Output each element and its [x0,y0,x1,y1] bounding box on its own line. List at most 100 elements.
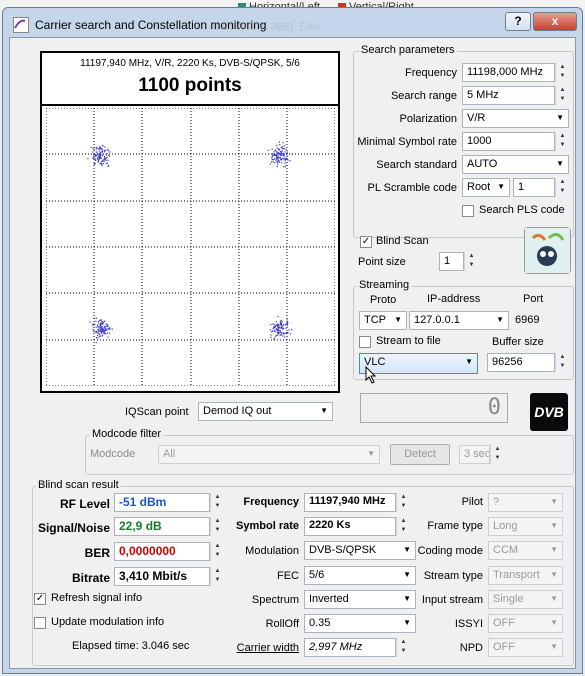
port-input[interactable]: 6969 [510,311,569,330]
detect-button[interactable]: Detect [390,444,450,465]
constellation-point [270,336,272,338]
spin-down-icon[interactable]: ▼ [556,72,569,81]
pl-scramble-mode-select[interactable]: Root ▼ [462,178,510,197]
polarization-select[interactable]: V/R ▼ [462,109,569,128]
pilot-select[interactable]: ? ▼ [488,493,563,512]
carrier-width-label[interactable]: Carrier width [210,642,299,654]
constellation-point [279,150,282,153]
constellation-point [107,154,109,156]
constellation-point [286,151,288,153]
constellation-point [101,323,103,325]
coding-mode-select[interactable]: CCM ▼ [488,541,563,560]
spin-down-icon[interactable]: ▼ [556,362,569,371]
constellation-point [274,337,276,339]
point-size-spinner[interactable]: ▲ ▼ [464,252,478,271]
buffer-size-input[interactable]: 96256 [487,353,555,372]
npd-select[interactable]: OFF ▼ [488,638,563,657]
constellation-point [99,157,101,159]
spin-up-icon[interactable]: ▲ [556,86,569,95]
spin-up-icon[interactable]: ▲ [556,353,569,362]
constellation-point [278,159,280,161]
buffer-size-spinner[interactable]: ▲ ▼ [555,353,569,372]
spin-down-icon[interactable]: ▼ [397,647,410,656]
help-button[interactable]: ? [505,12,531,31]
blind-scan-checkbox[interactable]: ✓ [360,236,372,248]
modulation-select[interactable]: DVB-S/QPSK ▼ [304,541,416,560]
stream-type-value: Transport [493,569,540,581]
bitrate-value: 3,410 Mbit/s [114,567,210,586]
spin-down-icon[interactable]: ▼ [491,454,504,463]
spin-up-icon[interactable]: ▲ [556,132,569,141]
spin-up-icon[interactable]: ▲ [556,178,569,187]
point-size-input[interactable]: 1 [439,252,464,271]
constellation-point [276,334,278,337]
carrier-width-spinner[interactable]: ▲ ▼ [396,638,410,657]
coding-mode-label: Coding mode [417,545,483,557]
spin-down-icon[interactable]: ▼ [397,502,410,511]
update-modulation-checkbox[interactable] [34,617,46,629]
spin-up-icon[interactable]: ▲ [397,638,410,647]
constellation-point [106,153,108,155]
constellation-point [92,157,94,159]
interval-spinner[interactable]: ▲ ▼ [490,445,504,464]
constellation-point [94,158,97,160]
spin-down-icon[interactable]: ▼ [556,141,569,150]
constellation-point [267,149,269,152]
constellation-point [278,332,280,334]
constellation-point [101,159,104,162]
constellation-point [104,150,106,152]
spin-down-icon[interactable]: ▼ [465,261,478,270]
input-stream-select[interactable]: Single ▼ [488,590,563,609]
stream-to-file-label: Stream to file [376,335,441,347]
search-range-input[interactable]: 5 MHz [462,86,555,105]
constellation-point [269,329,271,331]
search-standard-select[interactable]: AUTO ▼ [462,155,569,174]
refresh-signal-checkbox[interactable]: ✓ [34,593,46,605]
proto-select[interactable]: TCP ▼ [359,311,407,330]
iqscan-select[interactable]: Demod IQ out ▼ [198,402,333,421]
constellation-point [272,323,274,325]
spectrum-select[interactable]: Inverted ▼ [304,590,416,609]
search-pls-checkbox[interactable] [462,205,474,217]
frequency-input[interactable]: 11198,000 MHz [462,63,555,82]
interval-input[interactable]: 3 sec [459,445,490,464]
pl-scramble-spinner[interactable]: ▲ ▼ [555,178,569,197]
spin-down-icon[interactable]: ▼ [556,95,569,104]
constellation-point [281,323,283,325]
pl-scramble-input[interactable]: 1 [513,178,555,197]
frame-type-select[interactable]: Long ▼ [488,517,563,536]
fec-select[interactable]: 5/6 ▼ [304,566,416,585]
frequency-spinner[interactable]: ▲ ▼ [555,63,569,82]
constellation-point [105,162,107,165]
min-symbol-rate-spinner[interactable]: ▲ ▼ [555,132,569,151]
spin-up-icon[interactable]: ▲ [491,445,504,454]
spin-up-icon[interactable]: ▲ [465,252,478,261]
spin-down-icon[interactable]: ▼ [397,526,410,535]
constellation-point [276,324,278,326]
constellation-point [279,143,281,146]
stream-to-file-checkbox[interactable] [359,336,371,348]
spin-up-icon[interactable]: ▲ [397,517,410,526]
background-text-fragment: earth [50N, 36E], Elev [213,21,321,33]
modcode-select[interactable]: All ▼ [158,445,380,464]
result-frequency-spinner[interactable]: ▲ ▼ [396,493,410,512]
constellation-point [102,330,104,332]
constellation-point [92,147,94,149]
ip-address-select[interactable]: 127.0.0.1 ▼ [409,311,509,330]
search-range-spinner[interactable]: ▲ ▼ [555,86,569,105]
pl-scramble-label: PL Scramble code [367,182,457,194]
min-symbol-rate-input[interactable]: 1000 [462,132,555,151]
title-bar[interactable]: Carrier search and Constellation monitor… [3,8,582,36]
stream-type-select[interactable]: Transport ▼ [488,566,563,585]
issyi-select[interactable]: OFF ▼ [488,614,563,633]
symbol-rate-spinner[interactable]: ▲ ▼ [396,517,410,536]
spin-up-icon[interactable]: ▲ [397,493,410,502]
rolloff-select[interactable]: 0.35 ▼ [304,614,416,633]
spin-up-icon[interactable]: ▲ [556,63,569,72]
constellation-point [276,147,278,149]
dvb-logo-icon: DVB [530,393,568,431]
constellation-point [276,332,278,334]
spin-down-icon[interactable]: ▼ [556,187,569,196]
close-button[interactable]: x [533,12,577,31]
symbol-rate-value: 2220 Ks [304,517,396,536]
